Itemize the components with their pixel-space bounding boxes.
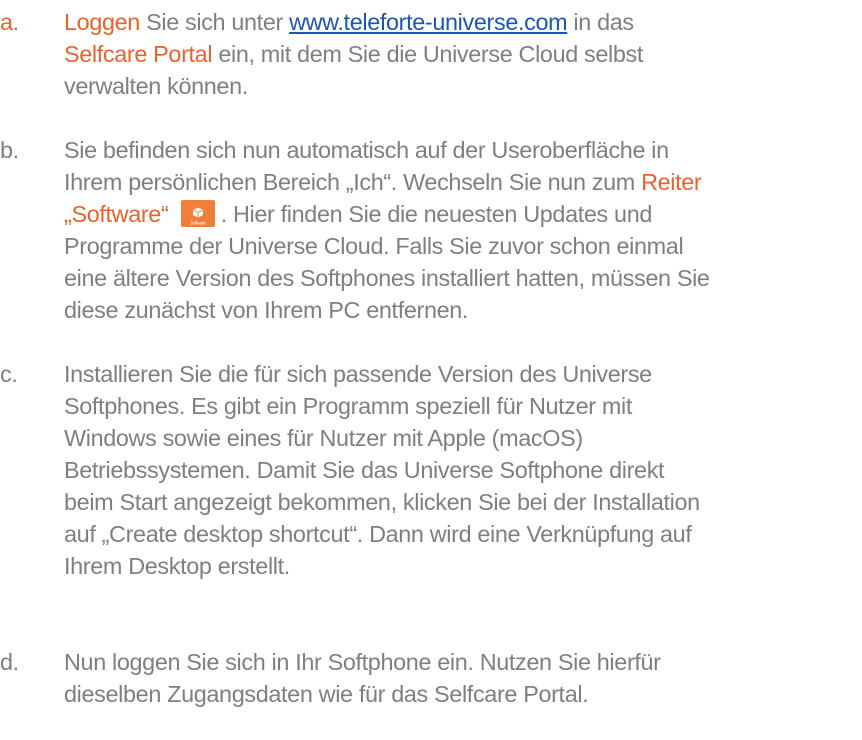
text-line: Ihrem Desktop erstellt.: [64, 550, 862, 582]
text-segment: Softphones. Es gibt ein Programm speziel…: [64, 393, 633, 419]
text-segment: Ihrem persönlichen Bereich „Ich“. Wechse…: [64, 169, 642, 195]
step-text: Installieren Sie die für sich passende V…: [64, 358, 862, 582]
software-tab-emphasis: „Software“: [64, 201, 169, 227]
text-segment: diese zunächst von Ihrem PC entfernen.: [64, 297, 469, 323]
portal-url-link[interactable]: www.teleforte-universe.com: [289, 9, 568, 35]
text-line: dieselben Zugangsdaten wie für das Selfc…: [64, 678, 862, 710]
text-line: „Software“ Software . Hier finden Sie di…: [64, 198, 862, 230]
text-line: Betriebssystemen. Damit Sie das Universe…: [64, 454, 862, 486]
step-text: Sie befinden sich nun automatisch auf de…: [64, 134, 862, 326]
text-segment: Nun loggen Sie sich in Ihr Softphone ein…: [64, 649, 661, 675]
step-text: Nun loggen Sie sich in Ihr Softphone ein…: [64, 646, 862, 710]
text-segment: Sie befinden sich nun automatisch auf de…: [64, 137, 669, 163]
text-segment: Programme der Universe Cloud. Falls Sie …: [64, 233, 684, 259]
text-line: auf „Create desktop shortcut“. Dann wird…: [64, 518, 862, 550]
text-line: eine ältere Version des Softphones insta…: [64, 262, 862, 294]
text-segment: in das: [567, 9, 634, 35]
text-segment: [168, 201, 174, 227]
text-segment: verwalten können.: [64, 73, 248, 99]
text-line: Loggen Sie sich unter www.teleforte-univ…: [64, 6, 862, 38]
step-marker: b.: [0, 137, 19, 163]
text-segment: Betriebssystemen. Damit Sie das Universe…: [64, 457, 665, 483]
text-segment: eine ältere Version des Softphones insta…: [64, 265, 710, 291]
text-segment: Ihrem Desktop erstellt.: [64, 553, 290, 579]
text-line: Selfcare Portal ein, mit dem Sie die Uni…: [64, 38, 862, 70]
text-line: verwalten können.: [64, 70, 862, 102]
login-emphasis: Loggen: [64, 9, 140, 35]
text-line: Programme der Universe Cloud. Falls Sie …: [64, 230, 862, 262]
text-segment: Sie sich unter: [139, 9, 290, 35]
software-package-icon: Software: [180, 200, 215, 227]
step-marker: a.: [0, 9, 19, 35]
text-line: Nun loggen Sie sich in Ihr Softphone ein…: [64, 646, 862, 678]
text-segment: auf „Create desktop shortcut“. Dann wird…: [64, 521, 692, 547]
text-line: Ihrem persönlichen Bereich „Ich“. Wechse…: [64, 166, 862, 198]
text-line: Sie befinden sich nun automatisch auf de…: [64, 134, 862, 166]
text-segment: ein, mit dem Sie die Universe Cloud selb…: [212, 41, 644, 67]
instruction-page: a. Loggen Sie sich unter www.teleforte-u…: [0, 0, 862, 740]
text-segment: . Hier finden Sie die neuesten Updates u…: [214, 201, 653, 227]
text-line: diese zunächst von Ihrem PC entfernen.: [64, 294, 862, 326]
text-line: beim Start angezeigt bekommen, klicken S…: [64, 486, 862, 518]
text-line: Softphones. Es gibt ein Programm speziel…: [64, 390, 862, 422]
step-marker: c.: [0, 361, 18, 387]
text-line: Windows sowie eines für Nutzer mit Apple…: [64, 422, 862, 454]
text-line: Installieren Sie die für sich passende V…: [64, 358, 862, 390]
text-segment: beim Start angezeigt bekommen, klicken S…: [64, 489, 700, 515]
step-marker: d.: [0, 649, 19, 675]
selfcare-portal-emphasis: Selfcare Portal: [64, 41, 213, 67]
reiter-emphasis: Reiter: [641, 169, 702, 195]
text-segment: Installieren Sie die für sich passende V…: [64, 361, 652, 387]
step-text: Loggen Sie sich unter www.teleforte-univ…: [64, 6, 862, 102]
text-segment: dieselben Zugangsdaten wie für das Selfc…: [64, 681, 589, 707]
text-segment: Windows sowie eines für Nutzer mit Apple…: [64, 425, 583, 451]
software-icon-caption: Software: [190, 221, 206, 226]
